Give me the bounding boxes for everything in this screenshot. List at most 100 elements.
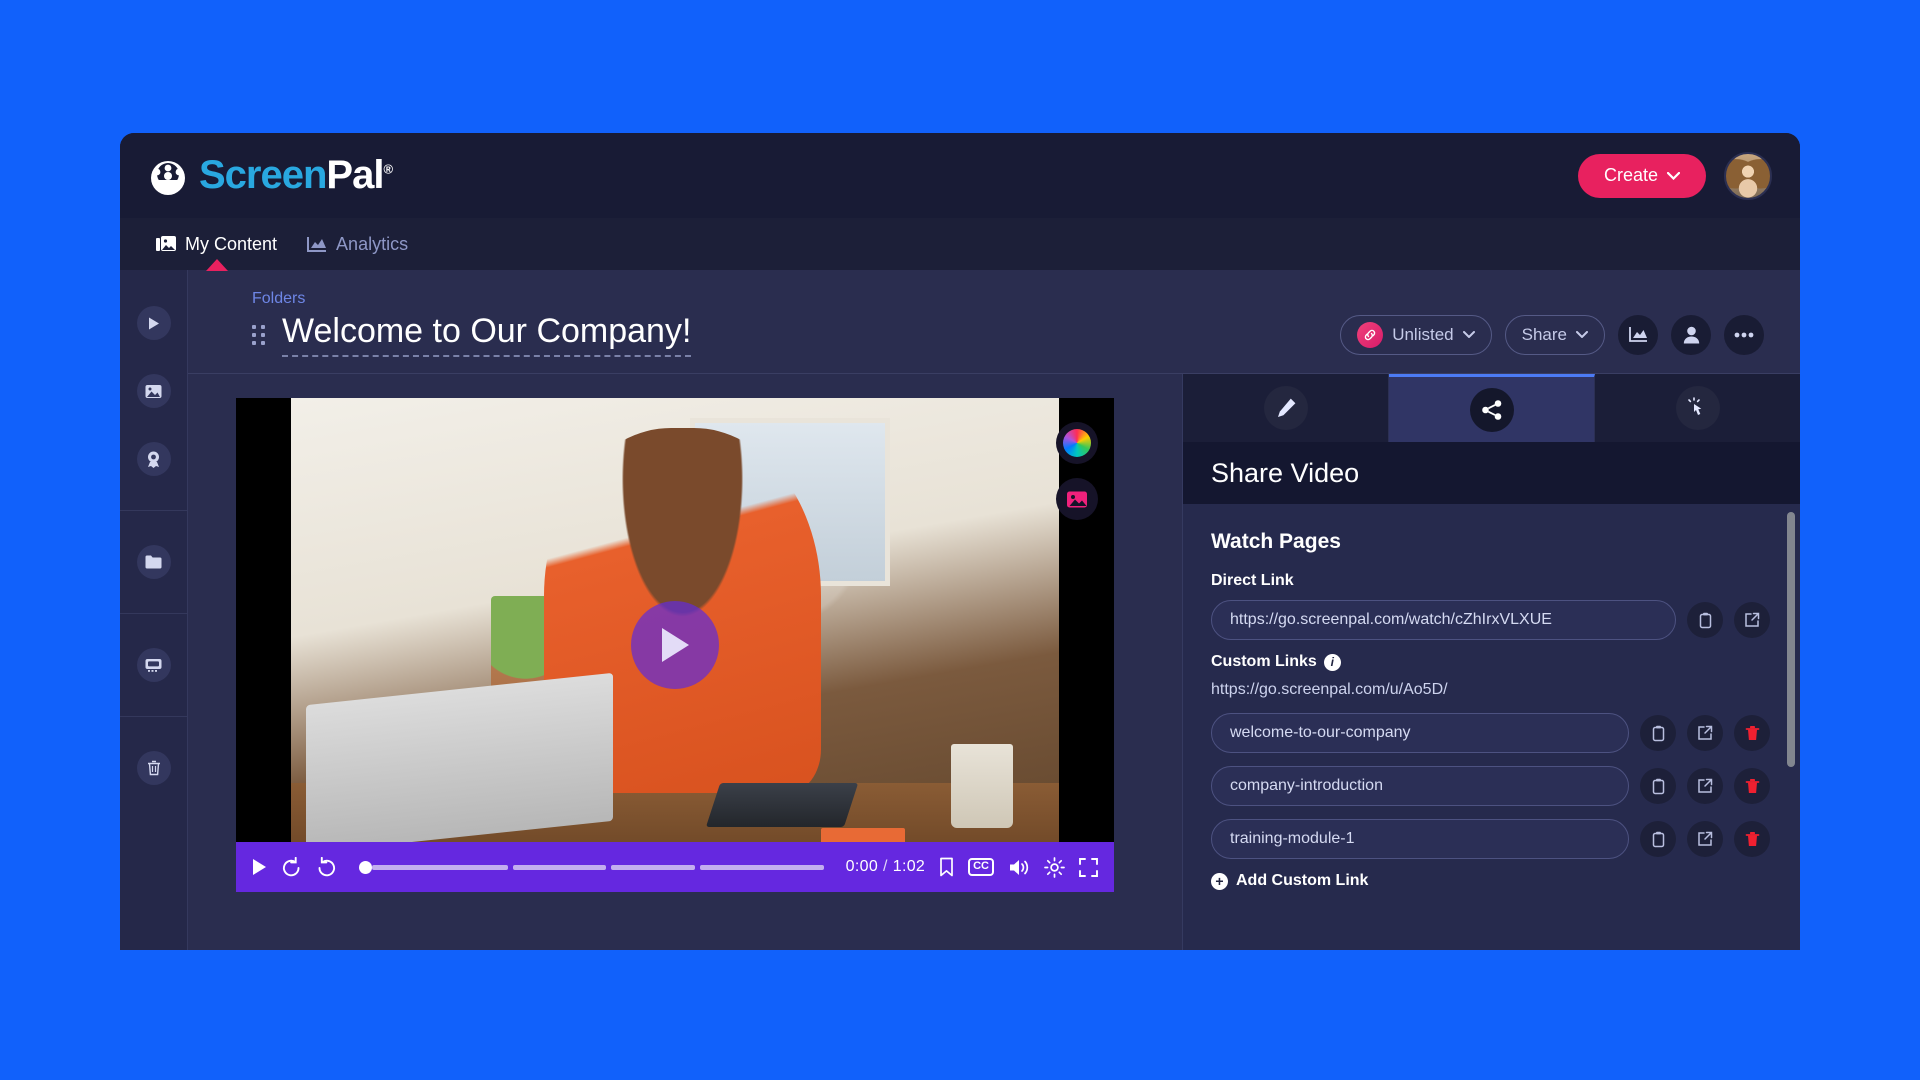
progress-scrubber[interactable] xyxy=(359,860,824,874)
avatar[interactable] xyxy=(1724,151,1772,200)
open-external-icon xyxy=(1745,612,1760,627)
share-dropdown[interactable]: Share xyxy=(1504,314,1605,355)
play-button[interactable] xyxy=(252,858,267,876)
top-bar-right: Create xyxy=(1577,151,1772,200)
video-more-options-button[interactable] xyxy=(1724,314,1764,355)
open-external-icon xyxy=(1698,725,1713,740)
video-color-theme-button[interactable] xyxy=(1056,422,1098,464)
create-button-label: Create xyxy=(1603,165,1658,185)
open-link-button[interactable] xyxy=(1687,715,1723,751)
open-external-icon xyxy=(1698,778,1713,793)
copy-link-button[interactable] xyxy=(1640,715,1676,751)
video-scene-tablet xyxy=(706,783,859,828)
video-player[interactable]: 0:00/1:02 CC xyxy=(236,398,1114,892)
fullscreen-button[interactable] xyxy=(1079,857,1098,877)
content-library-icon xyxy=(156,235,176,251)
sidebar-item-videos[interactable] xyxy=(136,306,171,340)
app-window: ScreenPal® Create My Content Analytics F… xyxy=(120,133,1800,950)
breadcrumb[interactable]: Folders xyxy=(252,290,1764,308)
sidebar-item-images[interactable] xyxy=(136,374,171,408)
delete-link-button[interactable] xyxy=(1734,715,1770,751)
video-thumbnail-button[interactable] xyxy=(1056,478,1098,520)
person-icon xyxy=(1683,326,1699,343)
tab-interactivity[interactable] xyxy=(1595,374,1800,442)
more-dots-icon xyxy=(1734,332,1754,337)
copy-link-button[interactable] xyxy=(1640,768,1676,804)
sidebar-item-badges[interactable] xyxy=(136,442,171,476)
open-link-button[interactable] xyxy=(1734,602,1770,638)
chevron-down-icon xyxy=(1462,331,1475,338)
copy-icon xyxy=(1699,612,1711,628)
logo-text-screen: Screen xyxy=(199,153,327,197)
panel-tabs xyxy=(1183,374,1800,442)
volume-button[interactable] xyxy=(1008,858,1030,877)
custom-links-label: Custom Links i xyxy=(1211,653,1770,671)
open-link-button[interactable] xyxy=(1687,821,1723,857)
center-play-button[interactable] xyxy=(631,601,719,689)
scrubber-segment xyxy=(372,864,509,870)
screenpal-logo[interactable]: ScreenPal® xyxy=(146,153,393,198)
tab-edit[interactable] xyxy=(1183,374,1389,442)
duration: 1:02 xyxy=(892,858,926,875)
trash-icon xyxy=(147,760,160,776)
folder-icon xyxy=(145,555,162,569)
share-dropdown-label: Share xyxy=(1521,324,1567,344)
rewind-button[interactable] xyxy=(281,857,302,877)
title-row: Welcome to Our Company! Unlisted Share xyxy=(252,312,1764,357)
visibility-label: Unlisted xyxy=(1392,324,1454,344)
direct-link-input[interactable] xyxy=(1211,600,1676,640)
chevron-down-icon xyxy=(1667,171,1680,180)
nav-label-analytics: Analytics xyxy=(336,233,409,254)
video-permissions-button[interactable] xyxy=(1671,314,1711,355)
delete-link-button[interactable] xyxy=(1734,821,1770,857)
drag-handle-icon[interactable] xyxy=(252,324,268,345)
delete-link-button[interactable] xyxy=(1734,768,1770,804)
scrubber-segment xyxy=(699,864,824,870)
open-link-button[interactable] xyxy=(1687,768,1723,804)
scrubber-segment xyxy=(513,864,606,870)
visibility-dropdown[interactable]: Unlisted xyxy=(1340,314,1492,355)
forward-button[interactable] xyxy=(316,857,337,877)
scrubber-handle[interactable] xyxy=(359,860,372,874)
body-row: Folders Welcome to Our Company! Unlisted xyxy=(120,270,1800,950)
interactive-click-icon xyxy=(1675,386,1720,430)
custom-link-input[interactable] xyxy=(1211,819,1629,859)
direct-link-label: Direct Link xyxy=(1211,572,1770,590)
captions-button[interactable]: CC xyxy=(968,858,994,876)
bookmark-icon xyxy=(940,857,953,877)
copy-link-button[interactable] xyxy=(1687,602,1723,638)
sidebar-item-folders[interactable] xyxy=(136,545,171,579)
time-separator: / xyxy=(883,858,888,875)
direct-link-label-text: Direct Link xyxy=(1211,572,1294,589)
badge-award-icon xyxy=(148,451,159,468)
presentation-icon xyxy=(145,658,162,672)
custom-link-input[interactable] xyxy=(1211,766,1629,806)
tab-share[interactable] xyxy=(1389,374,1595,442)
top-bar: ScreenPal® Create xyxy=(120,133,1800,218)
volume-icon xyxy=(1010,859,1029,875)
custom-link-input[interactable] xyxy=(1211,713,1629,753)
delete-trash-icon xyxy=(1745,831,1759,846)
info-icon[interactable]: i xyxy=(1323,653,1341,671)
sidebar-item-trash[interactable] xyxy=(136,751,171,785)
panel-scroll-area[interactable]: Watch Pages Direct Link https://go.scree… xyxy=(1183,504,1800,950)
copy-link-button[interactable] xyxy=(1640,821,1676,857)
nav-item-my-content[interactable]: My Content xyxy=(156,218,277,270)
video-scene-cup xyxy=(951,743,1013,828)
title-actions: Unlisted Share xyxy=(1340,314,1764,355)
video-analytics-button[interactable] xyxy=(1618,314,1658,355)
page-title[interactable]: Welcome to Our Company! xyxy=(282,312,692,357)
thumbnail-image-icon xyxy=(1067,491,1087,507)
delete-trash-icon xyxy=(1745,725,1759,740)
scrubber-track[interactable] xyxy=(372,864,824,870)
logo-text-pal: Pal xyxy=(326,153,384,197)
panel-scrollbar[interactable] xyxy=(1787,512,1795,767)
sidebar-item-presentations[interactable] xyxy=(136,648,171,682)
settings-button[interactable] xyxy=(1044,856,1065,878)
custom-link-row xyxy=(1211,819,1770,859)
rewind-icon xyxy=(282,857,300,877)
bookmark-button[interactable] xyxy=(939,857,954,877)
add-custom-link-button[interactable]: + Add Custom Link xyxy=(1211,872,1770,890)
create-button[interactable]: Create xyxy=(1577,153,1706,198)
nav-item-analytics[interactable]: Analytics xyxy=(307,218,408,270)
